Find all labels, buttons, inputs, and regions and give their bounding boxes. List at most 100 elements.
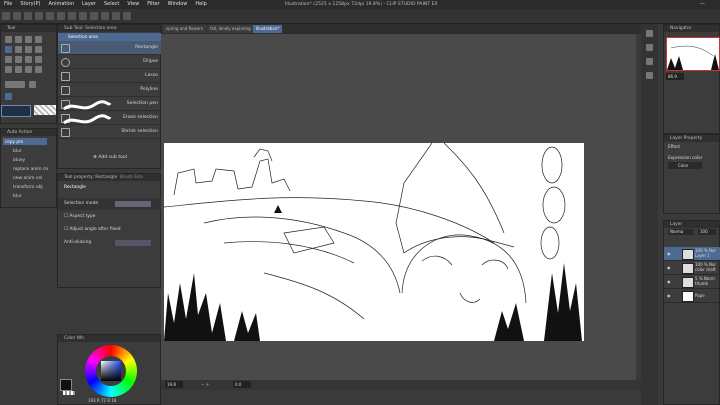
panel-icon[interactable] xyxy=(646,30,653,37)
selection-mode-row[interactable]: Selection mode xyxy=(58,198,162,210)
grid-icon[interactable] xyxy=(123,12,131,20)
auto-action-item[interactable]: bluey xyxy=(1,156,58,165)
blend-mode-select[interactable]: Norma xyxy=(668,229,694,235)
panel-icon[interactable] xyxy=(646,44,653,51)
layer-row[interactable]: ◉ 5 % Norm thumb xyxy=(664,275,720,289)
auto-select-icon[interactable] xyxy=(15,46,22,53)
color-wheel[interactable] xyxy=(85,345,137,397)
tab-spring-and-flowers[interactable]: spring and flowers xyxy=(163,25,206,33)
selection-mode-buttons[interactable] xyxy=(115,201,151,207)
fill-icon[interactable] xyxy=(25,66,32,73)
invert-selection-icon[interactable] xyxy=(90,12,98,20)
auto-action-item[interactable]: blur xyxy=(1,147,58,156)
minimize-icon[interactable]: — xyxy=(700,1,705,7)
zoom-buttons[interactable]: − ＋ xyxy=(201,381,210,389)
auto-action-item[interactable]: new anim cel xyxy=(1,174,58,183)
sub-tool-rectangle[interactable]: Rectangle xyxy=(58,41,162,55)
selection-tool-icon[interactable] xyxy=(5,46,12,53)
sub-tool-panel: Sub Tool: Selection area Selection area … xyxy=(57,24,162,169)
saturation-value-square[interactable] xyxy=(101,361,121,381)
sub-tool-ellipse[interactable]: Ellipse xyxy=(58,55,162,69)
eye-icon[interactable]: ◉ xyxy=(667,293,671,298)
save-icon[interactable] xyxy=(24,12,32,20)
operation-tool-icon[interactable] xyxy=(25,36,32,43)
color-wheel-panel: Color Wh 193 R 72 R 18 xyxy=(57,334,161,405)
aspect-type-row[interactable]: ☐ Aspect type xyxy=(58,211,162,223)
panel-icon[interactable] xyxy=(646,72,653,79)
anti-aliasing-buttons[interactable] xyxy=(115,240,151,246)
auto-action-item[interactable]: transform obj xyxy=(1,183,58,192)
panel-icon[interactable] xyxy=(646,58,653,65)
zoom-tool-icon[interactable] xyxy=(5,36,12,43)
expression-color-label: Expression color xyxy=(668,155,703,160)
layer-panel-title: Layer xyxy=(664,221,719,228)
angle-field[interactable]: 0.0 xyxy=(233,381,251,388)
redo-icon[interactable] xyxy=(46,12,54,20)
menu-select[interactable]: Select xyxy=(100,0,123,9)
eye-icon[interactable]: ◉ xyxy=(667,251,671,256)
move-layer-icon[interactable] xyxy=(35,36,42,43)
navigator-thumbnail xyxy=(667,45,719,70)
pencil-icon[interactable] xyxy=(5,56,12,63)
layer-row[interactable]: ◉ 100 % Nor Layer 1 xyxy=(664,247,720,261)
move-tool-icon[interactable] xyxy=(15,36,22,43)
canvas-sheet[interactable] xyxy=(164,143,584,341)
auto-action-set-select[interactable]: copy pre xyxy=(3,138,47,145)
sub-tool-lasso[interactable]: Lasso xyxy=(58,69,162,83)
blend-icon[interactable] xyxy=(15,66,22,73)
text-tool-icon[interactable] xyxy=(29,81,36,88)
transparent-chip[interactable] xyxy=(63,391,75,395)
decoration-icon[interactable] xyxy=(35,56,42,63)
layer-row-paper[interactable]: ◉ Pape xyxy=(664,289,720,303)
navigator-zoom-field[interactable]: 86.9 xyxy=(666,73,684,80)
ruler-icon[interactable] xyxy=(5,93,12,100)
open-icon[interactable] xyxy=(13,12,21,20)
menu-file[interactable]: File xyxy=(0,0,16,9)
menu-window[interactable]: Window xyxy=(164,0,192,9)
anti-aliasing-row[interactable]: Anti-aliasing xyxy=(58,237,162,249)
adjust-angle-row[interactable]: ☐ Adjust angle after fixed xyxy=(58,224,162,236)
menu-story[interactable]: Story(P) xyxy=(16,0,44,9)
transform-icon[interactable] xyxy=(68,12,76,20)
new-file-icon[interactable] xyxy=(2,12,10,20)
main-color-chip[interactable] xyxy=(60,379,72,391)
window-controls[interactable]: — xyxy=(700,0,720,9)
menu-layer[interactable]: Layer xyxy=(78,0,100,9)
menu-view[interactable]: View xyxy=(123,0,143,9)
layer-row[interactable]: ◉ 100 % Nor color draft xyxy=(664,261,720,275)
sub-tool-polyline[interactable]: Polyline xyxy=(58,83,162,97)
brush-icon[interactable] xyxy=(15,56,22,63)
eyedropper-icon[interactable] xyxy=(25,46,32,53)
zoom-field[interactable]: 19.8 xyxy=(165,381,183,388)
layer-property-panel: Layer Property Effect Expression color C… xyxy=(663,134,720,214)
pen-icon[interactable] xyxy=(35,46,42,53)
transparent-color-swatch[interactable] xyxy=(34,105,56,115)
menu-help[interactable]: Help xyxy=(191,0,210,9)
opacity-field[interactable]: 100 xyxy=(698,229,716,235)
menu-animation[interactable]: Animation xyxy=(45,0,79,9)
tab-illustration[interactable]: Illustration* xyxy=(253,25,283,33)
auto-action-item[interactable]: blur xyxy=(1,192,58,201)
figure-tool-icon[interactable] xyxy=(5,81,25,88)
eye-icon[interactable]: ◉ xyxy=(667,279,671,284)
add-sub-tool-button[interactable]: ⊕ Add sub tool xyxy=(58,155,162,160)
auto-action-item[interactable]: replace anim ce xyxy=(1,165,58,174)
airbrush-icon[interactable] xyxy=(25,56,32,63)
clear-icon[interactable] xyxy=(57,12,65,20)
sub-tool-group-tab[interactable]: Selection area xyxy=(58,33,162,41)
panel-icon-column xyxy=(641,24,658,405)
gradient-icon[interactable] xyxy=(35,66,42,73)
tab-fall-lonely-exploring[interactable]: fall, lonely exploring xyxy=(207,25,254,33)
expression-color-select[interactable]: Color xyxy=(668,162,702,169)
undo-icon[interactable] xyxy=(35,12,43,20)
navigator-panel: Navigator 86.9 xyxy=(663,24,720,134)
eraser-icon[interactable] xyxy=(5,66,12,73)
menu-filter[interactable]: Filter xyxy=(143,0,163,9)
eye-icon[interactable]: ◉ xyxy=(667,265,671,270)
snap-icon[interactable] xyxy=(101,12,109,20)
main-color-swatch[interactable] xyxy=(1,105,31,117)
ruler-snap-icon[interactable] xyxy=(112,12,120,20)
deselect-icon[interactable] xyxy=(79,12,87,20)
sub-tool-title: Sub Tool: Selection area xyxy=(58,25,160,32)
navigator-preview[interactable] xyxy=(666,37,720,71)
